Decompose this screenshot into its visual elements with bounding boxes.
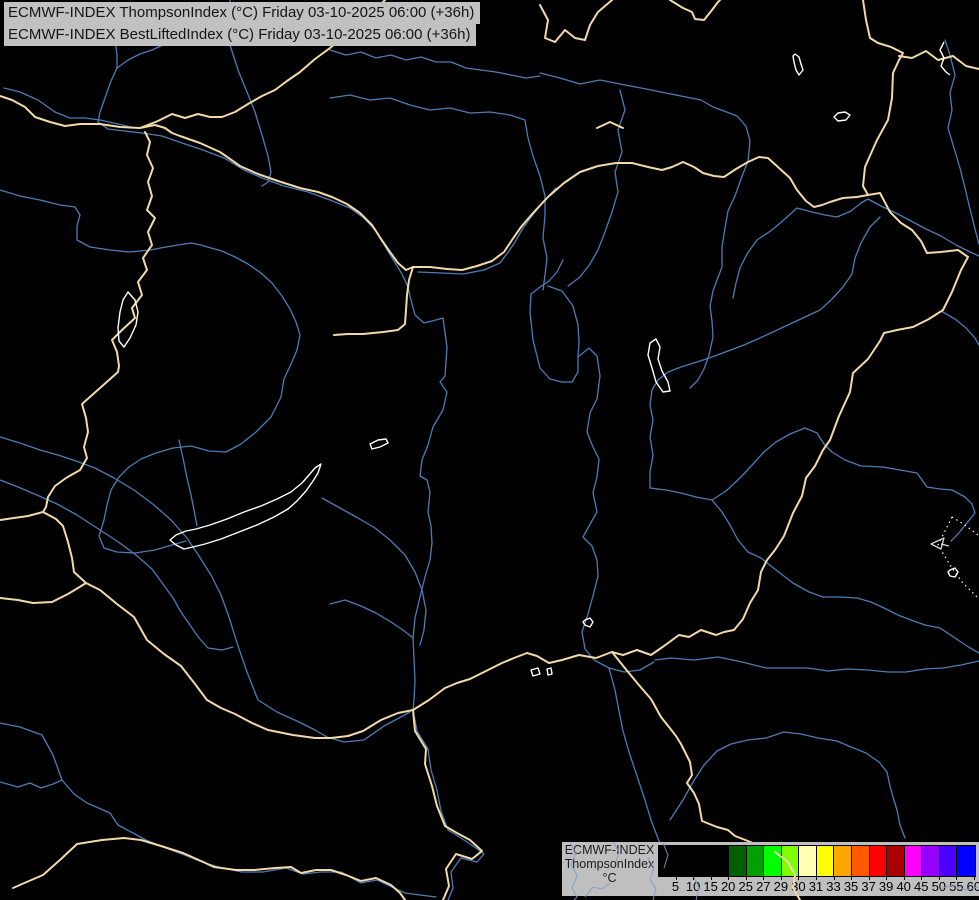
legend-tick-value: 10 [686,879,700,894]
legend-color-cell [694,846,712,876]
legend-tick-value: 20 [721,879,735,894]
legend-panel: ECMWF-INDEX ThompsonIndex °C 5 1015 20 2527… [562,842,979,896]
legend-color-cell [817,846,835,876]
legend-colorbar [658,845,976,877]
legend-tick-value: 27 [756,879,770,894]
legend-tick-value: 15 [703,879,717,894]
legend-tick-value: 5 [672,879,679,894]
map-title-block: ECMWF-INDEX ThompsonIndex (°C) Friday 03… [4,2,480,46]
weather-map-screen: ECMWF-INDEX ThompsonIndex (°C) Friday 03… [0,0,979,900]
legend-color-cell [782,846,800,876]
legend-tick-value: 37 [861,879,875,894]
legend-tick-value: 60 [967,879,979,894]
legend-color-cell [905,846,923,876]
legend-tick-value: 31 [809,879,823,894]
title-line-best-lifted-index: ECMWF-INDEX BestLiftedIndex (°C) Friday … [4,24,476,46]
legend-unit: °C [562,871,657,885]
legend-tick-value: 33 [826,879,840,894]
legend-color-cell [729,846,747,876]
legend-color-cell [922,846,940,876]
legend-subtitle: ThompsonIndex [562,857,657,871]
legend-tick-value: 40 [896,879,910,894]
legend-color-cell [659,846,677,876]
legend-tick-value: 30 [791,879,805,894]
legend-tick-value: 39 [879,879,893,894]
legend-color-cell [940,846,958,876]
legend-color-cell [957,846,975,876]
title-line-thompson-index: ECMWF-INDEX ThompsonIndex (°C) Friday 03… [4,2,480,24]
legend-color-cell [677,846,695,876]
legend-color-cell [870,846,888,876]
legend-tick-value: 25 [739,879,753,894]
legend-color-cell [834,846,852,876]
legend-color-cell [712,846,730,876]
map-canvas [0,0,979,900]
legend-title: ECMWF-INDEX [562,843,657,857]
legend-color-cell [887,846,905,876]
legend-tick-value: 45 [914,879,928,894]
legend-color-cell [764,846,782,876]
legend-tick-value: 29 [774,879,788,894]
legend-tick-value: 50 [932,879,946,894]
legend-tick-value: 35 [844,879,858,894]
legend-tick-value: 55 [949,879,963,894]
legend-color-cell [799,846,817,876]
legend-color-cell [747,846,765,876]
legend-color-cell [852,846,870,876]
legend-label: ECMWF-INDEX ThompsonIndex °C [562,843,657,885]
